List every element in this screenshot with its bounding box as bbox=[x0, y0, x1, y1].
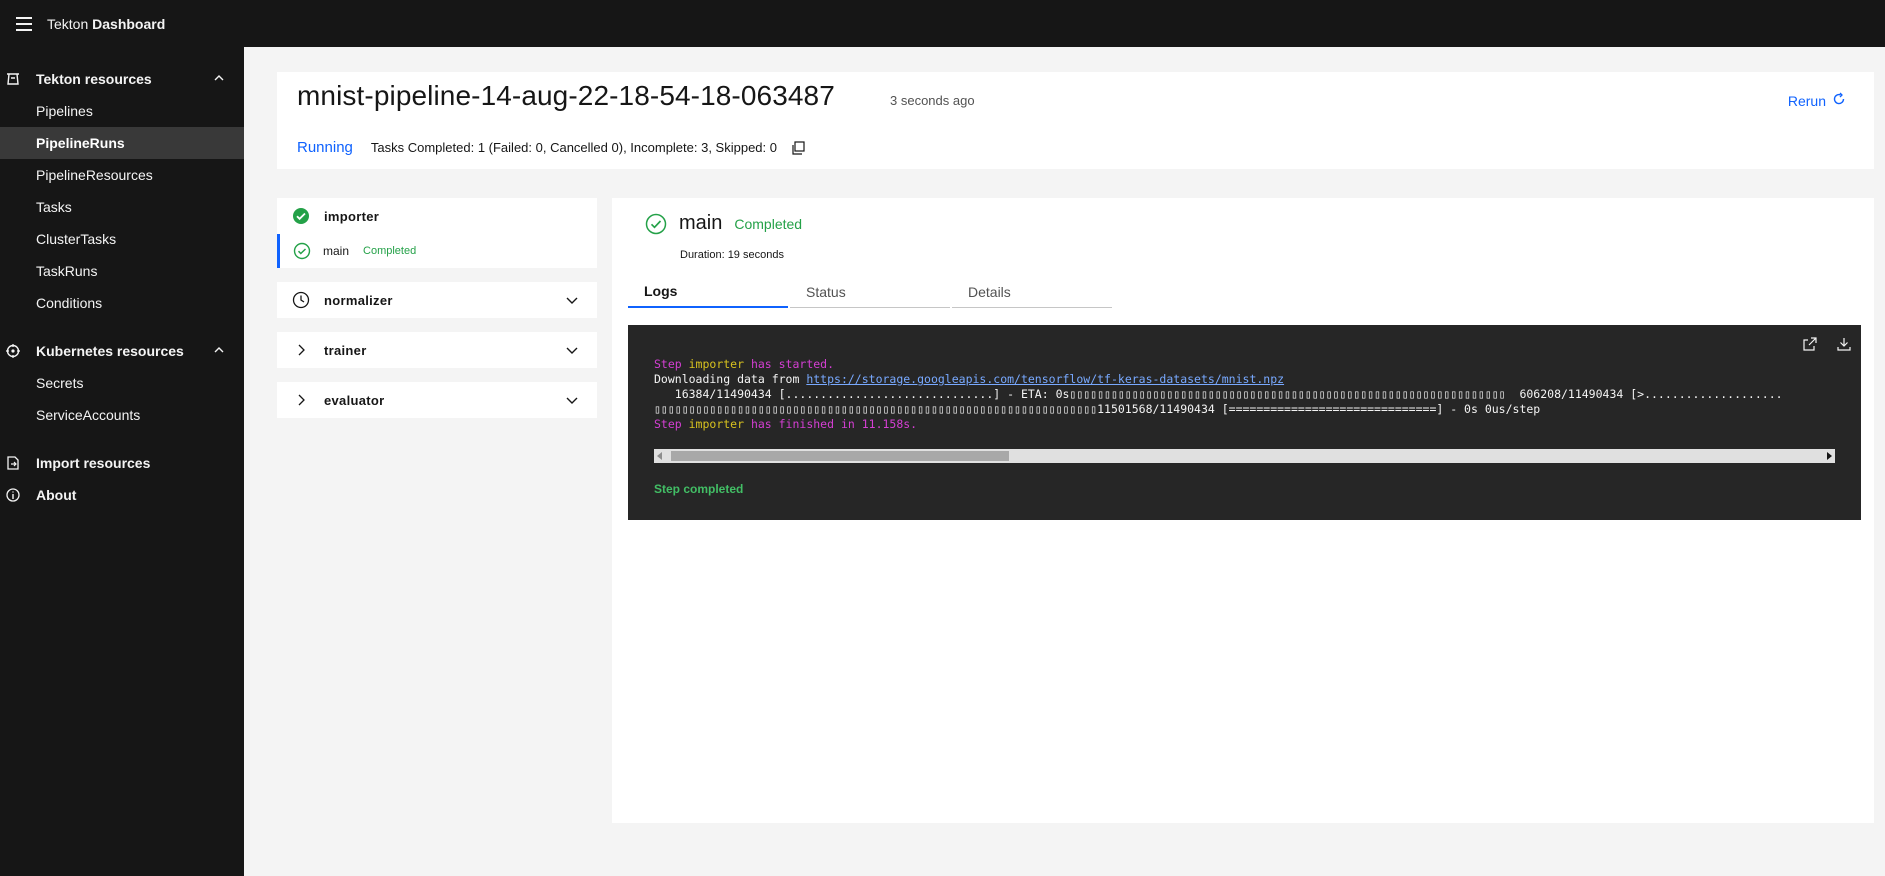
tekton-icon bbox=[4, 70, 22, 88]
run-time-ago: 3 seconds ago bbox=[890, 93, 975, 108]
top-header: Tekton Dashboard bbox=[0, 0, 1885, 47]
sidebar-category-label: Tekton resources bbox=[36, 71, 152, 87]
task-name: importer bbox=[324, 208, 380, 224]
log-line: Downloading data from https://storage.go… bbox=[654, 372, 1285, 386]
task-group-importer: importer main Completed bbox=[277, 198, 597, 268]
log-line: Step importer has finished in 11.158s. bbox=[654, 417, 918, 431]
sidebar-category-tekton[interactable]: Tekton resources bbox=[0, 63, 244, 95]
step-completed-label: Step completed bbox=[654, 482, 744, 496]
sidebar-item-tasks[interactable]: Tasks bbox=[0, 191, 244, 223]
scroll-left-arrow[interactable] bbox=[657, 452, 662, 460]
task-evaluator[interactable]: evaluator bbox=[277, 382, 597, 418]
log-line: Step importer has started. bbox=[654, 357, 835, 371]
checkmark-outline-icon bbox=[645, 213, 667, 235]
sidebar-item-import-resources[interactable]: Import resources bbox=[0, 447, 244, 479]
tab-status[interactable]: Status bbox=[790, 276, 950, 308]
log-line: 16384/11490434 [........................… bbox=[654, 387, 1783, 401]
download-icon[interactable] bbox=[1837, 337, 1851, 356]
chevron-up-icon bbox=[212, 343, 226, 360]
log-actions bbox=[1803, 337, 1851, 356]
sidebar-item-serviceaccounts[interactable]: ServiceAccounts bbox=[0, 399, 244, 431]
menu-icon[interactable] bbox=[0, 0, 47, 47]
log-link[interactable]: https://storage.googleapis.com/tensorflo… bbox=[806, 372, 1284, 386]
sidebar-item-conditions[interactable]: Conditions bbox=[0, 287, 244, 319]
checkmark-filled-icon bbox=[292, 207, 310, 225]
brand-first: Tekton bbox=[47, 15, 89, 32]
sidebar-item-clustertasks[interactable]: ClusterTasks bbox=[0, 223, 244, 255]
brand-title[interactable]: Tekton Dashboard bbox=[47, 16, 165, 32]
tab-logs[interactable]: Logs bbox=[628, 276, 788, 308]
step-title: main bbox=[679, 212, 723, 234]
task-name: normalizer bbox=[324, 292, 393, 308]
sidebar: Tekton resources Pipelines PipelineRuns … bbox=[0, 47, 244, 876]
task-group-normalizer: normalizer bbox=[277, 282, 597, 318]
launch-icon[interactable] bbox=[1803, 337, 1817, 356]
sidebar-item-pipelineresources[interactable]: PipelineResources bbox=[0, 159, 244, 191]
sidebar-item-pipelines[interactable]: Pipelines bbox=[0, 95, 244, 127]
rerun-button[interactable]: Rerun bbox=[1788, 92, 1846, 109]
step-details-panel: main Completed Duration: 19 seconds Logs… bbox=[612, 198, 1874, 823]
sidebar-item-pipelineruns[interactable]: PipelineRuns bbox=[0, 127, 244, 159]
sidebar-item-about[interactable]: About bbox=[0, 479, 244, 511]
restart-icon bbox=[1832, 92, 1846, 109]
chevron-right-icon bbox=[292, 391, 310, 409]
chevron-up-icon bbox=[212, 71, 226, 88]
task-tree: importer main Completed normalizer train bbox=[277, 198, 597, 432]
task-group-evaluator: evaluator bbox=[277, 382, 597, 418]
pipelinerun-header: mnist-pipeline-14-aug-22-18-54-18-063487… bbox=[277, 72, 1874, 169]
sidebar-category-kubernetes[interactable]: Kubernetes resources bbox=[0, 335, 244, 367]
log-scrollbar[interactable] bbox=[654, 449, 1835, 463]
chevron-down-icon[interactable] bbox=[565, 393, 579, 410]
sidebar-item-taskruns[interactable]: TaskRuns bbox=[0, 255, 244, 287]
tab-details[interactable]: Details bbox=[952, 276, 1112, 308]
log-viewer: Step importer has started. Downloading da… bbox=[628, 325, 1861, 520]
chevron-right-icon bbox=[292, 341, 310, 359]
chevron-down-icon[interactable] bbox=[565, 293, 579, 310]
task-importer[interactable]: importer bbox=[277, 198, 597, 234]
sidebar-item-label: Import resources bbox=[36, 455, 151, 471]
step-status: Completed bbox=[734, 215, 803, 232]
sidebar-category-label: Kubernetes resources bbox=[36, 343, 184, 359]
kubernetes-icon bbox=[4, 342, 22, 360]
copy-icon[interactable] bbox=[791, 140, 805, 155]
brand-second: Dashboard bbox=[92, 15, 166, 32]
log-line: ▯▯▯▯▯▯▯▯▯▯▯▯▯▯▯▯▯▯▯▯▯▯▯▯▯▯▯▯▯▯▯▯▯▯▯▯▯▯▯▯… bbox=[654, 402, 1541, 416]
rerun-label: Rerun bbox=[1787, 92, 1826, 109]
task-trainer[interactable]: trainer bbox=[277, 332, 597, 368]
step-name: main bbox=[323, 244, 350, 258]
sidebar-item-secrets[interactable]: Secrets bbox=[0, 367, 244, 399]
step-duration: Duration: 19 seconds bbox=[680, 249, 784, 261]
status-badge: Running bbox=[297, 139, 353, 156]
tasks-summary: Tasks Completed: 1 (Failed: 0, Cancelled… bbox=[370, 140, 777, 155]
scroll-thumb[interactable] bbox=[671, 451, 1009, 461]
task-name: trainer bbox=[324, 342, 367, 358]
checkmark-outline-icon bbox=[293, 242, 311, 260]
task-group-trainer: trainer bbox=[277, 332, 597, 368]
info-icon bbox=[4, 486, 22, 504]
task-name: evaluator bbox=[324, 392, 385, 408]
page-title: mnist-pipeline-14-aug-22-18-54-18-063487 bbox=[297, 80, 835, 111]
step-tabs: Logs Status Details bbox=[628, 276, 1114, 308]
step-main[interactable]: main Completed bbox=[277, 234, 597, 268]
sidebar-item-label: About bbox=[36, 487, 77, 503]
step-status: Completed bbox=[363, 245, 417, 257]
scroll-right-arrow[interactable] bbox=[1827, 452, 1832, 460]
run-status-line: Running Tasks Completed: 1 (Failed: 0, C… bbox=[297, 139, 805, 156]
log-text: Step importer has started. Downloading da… bbox=[654, 357, 1844, 432]
import-icon bbox=[4, 454, 22, 472]
clock-icon bbox=[292, 291, 310, 309]
chevron-down-icon[interactable] bbox=[565, 343, 579, 360]
task-normalizer[interactable]: normalizer bbox=[277, 282, 597, 318]
step-header: main Completed bbox=[645, 212, 802, 235]
